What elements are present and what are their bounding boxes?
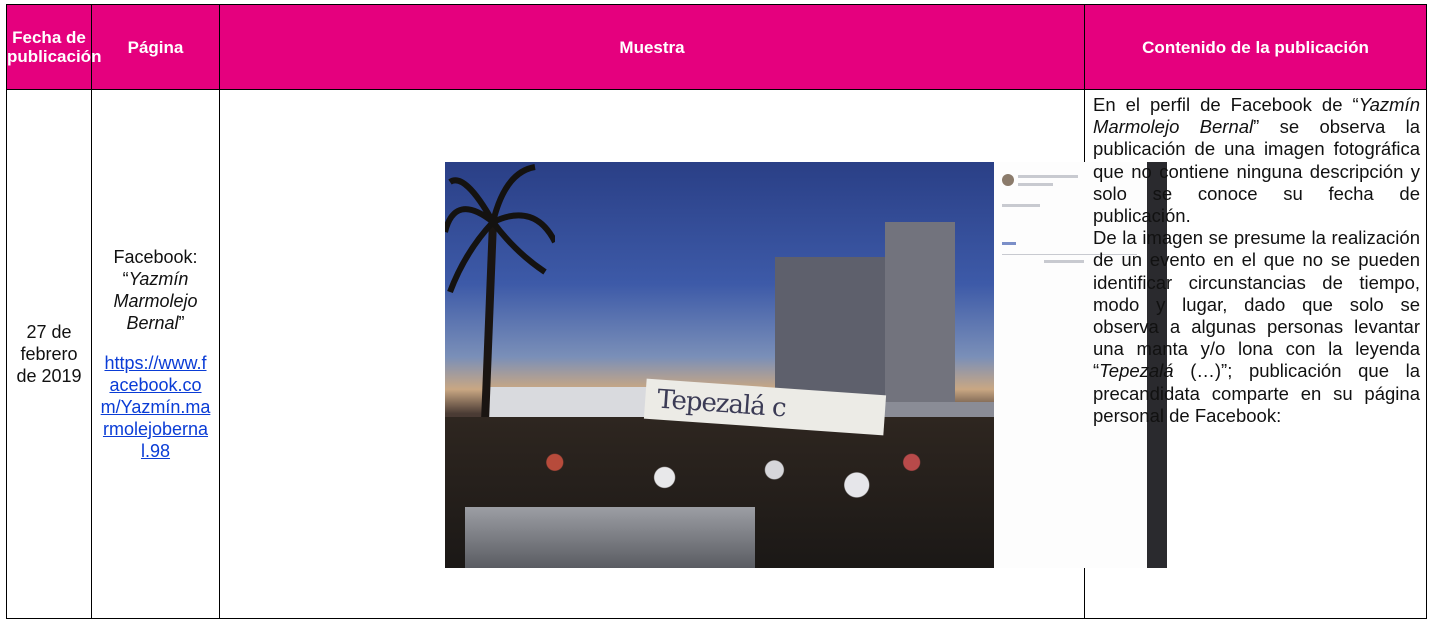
- table-row: 27 de febrero de 2019 Facebook: “Yazmín …: [6, 89, 1427, 619]
- header-muestra: Muestra: [219, 4, 1085, 90]
- close-quote: ”: [178, 313, 185, 333]
- placeholder-line: [1018, 175, 1078, 178]
- text-span: De la imagen se presume la realización d…: [1093, 227, 1420, 382]
- cell-contenido: En el perfil de Facebook de “Yazmín Marm…: [1084, 89, 1427, 619]
- contenido-text: En el perfil de Facebook de “Yazmín Marm…: [1093, 94, 1420, 427]
- banner-term: Tepezalá: [1099, 360, 1174, 382]
- building-shape: [885, 222, 955, 422]
- text-span: En el perfil de Facebook de “: [1093, 94, 1359, 115]
- cell-pagina: Facebook: “Yazmín Marmolejo Bernal” http…: [91, 89, 220, 619]
- cell-muestra: Tepezalá c: [219, 89, 1167, 619]
- contenido-paragraph-1: En el perfil de Facebook de “Yazmín Marm…: [1093, 94, 1420, 227]
- placeholder-line: [1044, 260, 1084, 263]
- palm-tree-icon: [445, 164, 555, 422]
- event-photo: Tepezalá c: [445, 162, 994, 568]
- header-pagina: Página: [91, 4, 220, 90]
- header-fecha: Fecha de publicación: [6, 4, 101, 90]
- placeholder-line: [1002, 242, 1016, 245]
- fountain: [465, 507, 755, 568]
- placeholder-line: [1002, 204, 1040, 207]
- contenido-paragraph-2: De la imagen se presume la realización d…: [1093, 227, 1420, 427]
- facebook-post-screenshot: Tepezalá c: [445, 162, 1167, 568]
- avatar: [1002, 174, 1014, 186]
- banner-text: Tepezalá c: [656, 384, 787, 424]
- header-contenido: Contenido de la publicación: [1084, 4, 1427, 90]
- pagina-profile-name: “Yazmín Marmolejo Bernal”: [100, 268, 211, 334]
- profile-link[interactable]: https://www.facebook.com/Yazmín.marmolej…: [100, 352, 211, 462]
- placeholder-line: [1018, 183, 1053, 186]
- publications-table: Fecha de publicación Página Muestra Cont…: [6, 4, 1427, 619]
- header-row: Fecha de publicación Página Muestra Cont…: [6, 4, 1427, 90]
- pagina-platform: Facebook:: [113, 247, 198, 267]
- cell-fecha: 27 de febrero de 2019: [6, 89, 92, 619]
